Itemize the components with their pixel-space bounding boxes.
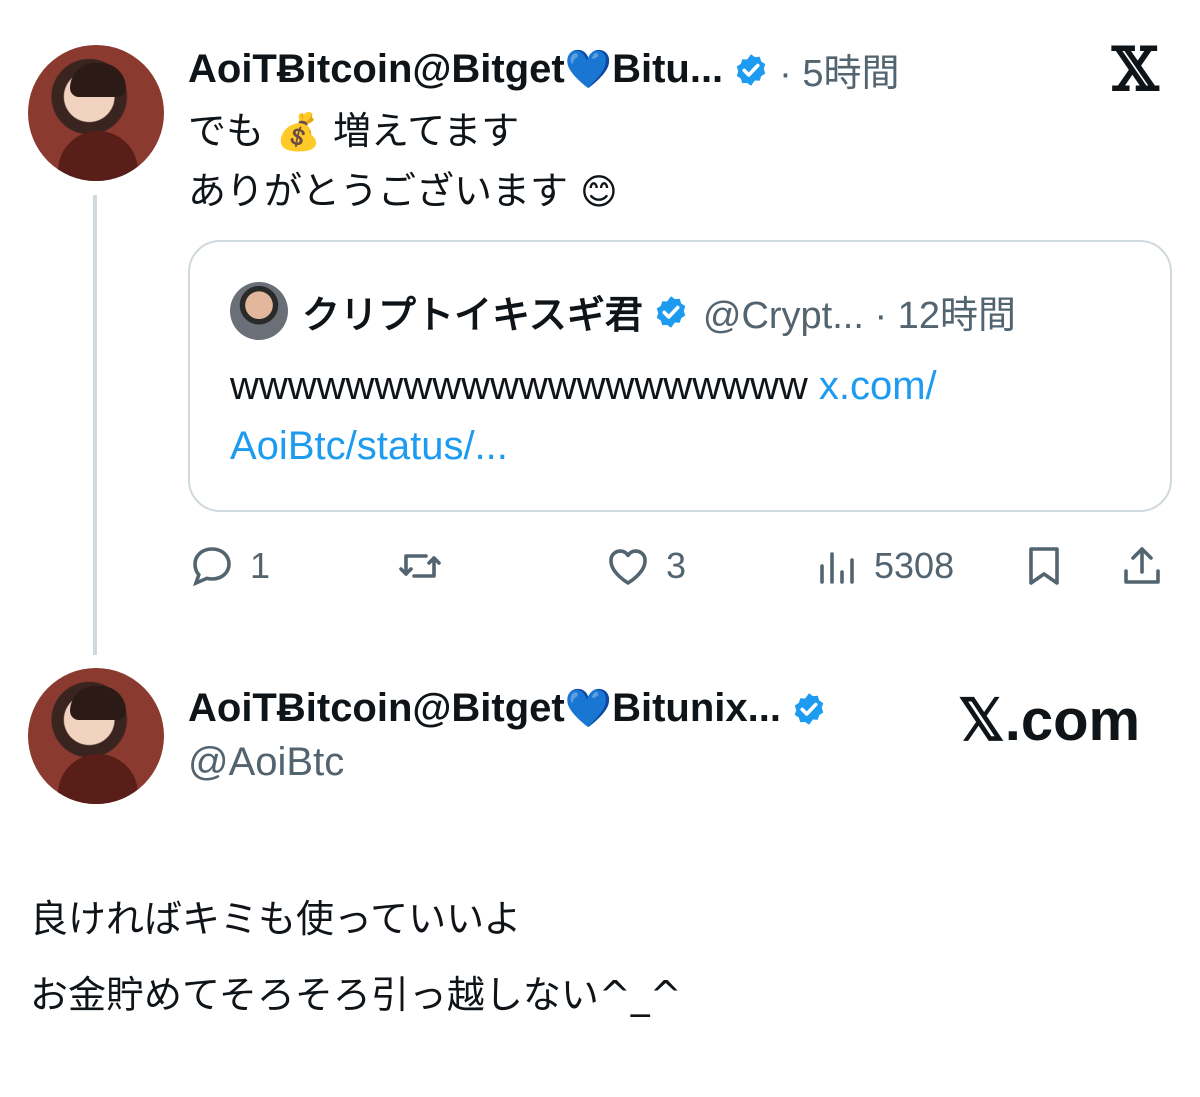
bookmark-icon: [1029, 547, 1059, 585]
retweet-icon: [399, 554, 441, 578]
quote-handle-time: @Crypt... · 12時間: [702, 295, 1016, 337]
share-button[interactable]: [1118, 538, 1166, 594]
handle[interactable]: @AoiBtc: [188, 740, 344, 785]
reply-icon: [192, 547, 231, 587]
blue-heart-emoji: 💙: [564, 47, 613, 91]
text-segment: ありがとうございます: [188, 169, 569, 213]
reply-count: 1: [250, 545, 271, 586]
avatar[interactable]: [28, 668, 164, 804]
quote-link-line-2[interactable]: AoiBtc/status/...: [230, 424, 508, 469]
tweet-time[interactable]: · 5時間: [779, 42, 899, 97]
views-count: 5308: [874, 545, 955, 586]
quote-header: クリプトイキスギ君 @Crypt... · 12時間: [302, 284, 1016, 339]
verified-badge-icon: [656, 295, 686, 328]
quote-text: wwwwwwwwwwwwwwwwwwww: [230, 364, 808, 408]
avatar[interactable]: [28, 45, 164, 181]
blue-heart-emoji: 💙: [564, 686, 613, 730]
verified-badge-icon: [736, 53, 766, 86]
body-text-line-2: お金貯めてそろそろ引っ越しない^_^: [30, 973, 682, 1017]
display-name-rest[interactable]: Bitu...: [612, 47, 723, 92]
text-segment: でも: [188, 109, 265, 153]
reply-button[interactable]: 1: [188, 538, 270, 594]
quote-text-line-1: wwwwwwwwwwwwwwwwwwww x.com/: [230, 364, 937, 409]
money-bag-emoji: 💰: [276, 112, 321, 153]
body-text-line-1: 良ければキミも使っていいよ: [30, 897, 522, 941]
display-name[interactable]: AoiTɃitcoin@Bitget: [188, 686, 565, 731]
card-header: AoiTɃitcoin@Bitget 💙 Bitunix...: [188, 686, 827, 731]
share-icon: [1124, 547, 1160, 584]
action-bar: 1 3 5308: [0, 538, 1200, 594]
x-com-brand: 𝕏.com: [958, 688, 1141, 753]
tweet-text-line-2: ありがとうございます 😊: [188, 160, 618, 215]
tweet-text-line-1: でも 💰 増えてます: [188, 100, 519, 155]
quote-avatar: [230, 282, 288, 340]
quote-display-name: クリプトイキスギ君: [302, 293, 643, 337]
retweet-button[interactable]: [396, 538, 458, 594]
tweet-header: AoiTɃitcoin@Bitget 💙 Bitu... · 5時間: [188, 42, 900, 97]
heart-icon: [609, 549, 647, 585]
views-button[interactable]: 5308: [812, 538, 954, 594]
views-chart-icon: [820, 552, 854, 584]
display-name-rest[interactable]: Bitunix...: [612, 686, 781, 731]
display-name[interactable]: AoiTɃitcoin@Bitget: [188, 47, 565, 92]
bookmark-button[interactable]: [1020, 538, 1068, 594]
verified-badge-icon: [794, 692, 824, 725]
quote-tweet-card[interactable]: クリプトイキスギ君 @Crypt... · 12時間 wwwwwwwwwwwww…: [188, 240, 1172, 512]
quote-link[interactable]: x.com/: [819, 364, 937, 408]
text-segment: 増えてます: [333, 109, 520, 153]
x-logo-icon: 𝕏: [1112, 35, 1159, 105]
like-count: 3: [666, 545, 687, 586]
like-button[interactable]: 3: [604, 538, 686, 594]
smiling-face-emoji: 😊: [580, 172, 618, 213]
